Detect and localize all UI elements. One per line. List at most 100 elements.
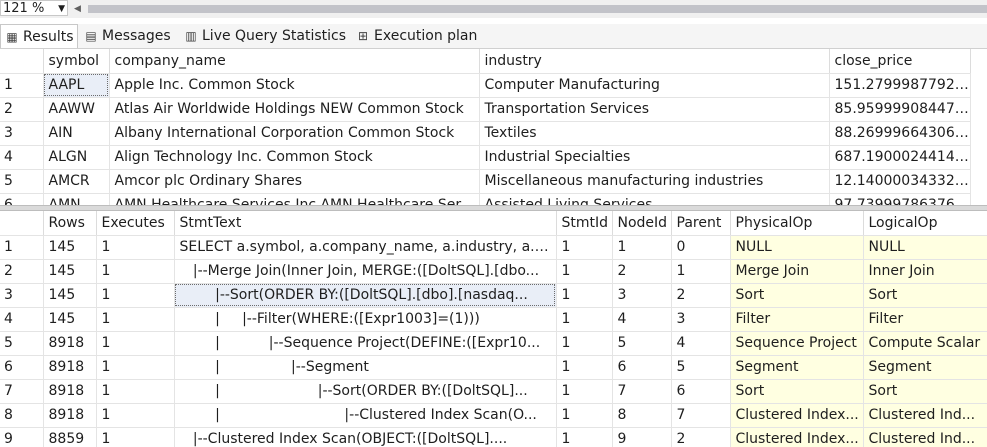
table-row[interactable]: 5 8918 1 | |--Sequence Project(DEFINE:([Ex…: [0, 331, 987, 356]
table-cell[interactable]: 1: [96, 379, 175, 404]
table-cell[interactable]: Clustered Index...: [730, 427, 864, 447]
table-cell[interactable]: AMN Healthcare Services Inc AMN Healthca…: [109, 193, 480, 205]
table-cell[interactable]: Clustered Index...: [730, 403, 864, 428]
table-cell[interactable]: AMN: [43, 193, 110, 205]
table-cell[interactable]: Atlas Air Worldwide Holdings NEW Common …: [109, 97, 480, 122]
row-number[interactable]: 3: [0, 283, 44, 308]
table-row[interactable]: 6 8918 1 | |--Segment 1 6 5 Segment Segment: [0, 355, 987, 380]
table-cell[interactable]: 3: [671, 307, 731, 332]
table-row[interactable]: 2 AAWW Atlas Air Worldwide Holdings NEW Co…: [0, 97, 971, 122]
table-cell[interactable]: 1: [556, 331, 613, 356]
table-cell[interactable]: 1: [96, 259, 175, 284]
horizontal-scrollbar[interactable]: ◀: [72, 2, 987, 16]
table-cell[interactable]: 88.2699966430664: [829, 121, 971, 146]
table-cell[interactable]: 2: [671, 427, 731, 447]
row-number[interactable]: 9: [0, 427, 44, 447]
table-cell[interactable]: Albany International Corporation Common …: [109, 121, 480, 146]
table-cell[interactable]: 1: [96, 331, 175, 356]
table-cell[interactable]: Sort: [730, 379, 864, 404]
table-cell[interactable]: SELECT a.symbol, a.company_name, a.indus…: [174, 235, 557, 260]
chevron-down-icon[interactable]: ▼: [58, 1, 65, 17]
table-cell[interactable]: |--Sort(ORDER BY:([DoltSQL].[dbo].[nasda…: [174, 283, 557, 308]
table-cell[interactable]: 4: [671, 331, 731, 356]
row-number[interactable]: 5: [0, 331, 44, 356]
table-cell[interactable]: 151.279998779297: [829, 73, 971, 98]
table-cell[interactable]: Sort: [863, 379, 987, 404]
table-cell[interactable]: 687.190002441406: [829, 145, 971, 170]
column-header[interactable]: Rows: [43, 211, 97, 236]
table-cell[interactable]: 1: [96, 235, 175, 260]
table-cell[interactable]: Segment: [730, 355, 864, 380]
table-cell[interactable]: 6: [671, 379, 731, 404]
table-cell[interactable]: 145: [43, 235, 97, 260]
table-cell[interactable]: 1: [556, 307, 613, 332]
scrollbar-thumb[interactable]: [88, 5, 987, 13]
table-cell[interactable]: 1: [556, 379, 613, 404]
table-cell[interactable]: Merge Join: [730, 259, 864, 284]
table-cell[interactable]: | |--Sort(ORDER BY:([DoltSQL]...: [174, 379, 557, 404]
table-cell[interactable]: Compute Scalar: [863, 331, 987, 356]
table-cell[interactable]: NULL: [730, 235, 864, 260]
row-number[interactable]: 1: [0, 235, 44, 260]
table-cell[interactable]: 1: [556, 283, 613, 308]
table-cell[interactable]: 8918: [43, 379, 97, 404]
table-cell[interactable]: 8918: [43, 355, 97, 380]
table-cell[interactable]: | |--Sequence Project(DEFINE:([Expr10...: [174, 331, 557, 356]
column-header[interactable]: StmtText: [174, 211, 557, 236]
table-cell[interactable]: Industrial Specialties: [479, 145, 830, 170]
table-cell[interactable]: 1: [96, 307, 175, 332]
row-number[interactable]: 2: [0, 259, 44, 284]
tab-execution-plan[interactable]: ⊞ Execution plan: [352, 24, 482, 48]
table-cell[interactable]: 2: [671, 283, 731, 308]
table-cell[interactable]: 145: [43, 307, 97, 332]
table-cell[interactable]: 1: [556, 403, 613, 428]
column-header[interactable]: industry: [479, 49, 830, 74]
table-cell[interactable]: AIN: [43, 121, 110, 146]
table-cell[interactable]: Inner Join: [863, 259, 987, 284]
table-cell[interactable]: 1: [612, 235, 672, 260]
zoom-select[interactable]: 121 % ▼: [0, 0, 68, 16]
table-cell[interactable]: Filter: [730, 307, 864, 332]
table-cell[interactable]: 1: [671, 259, 731, 284]
table-cell[interactable]: 5: [612, 331, 672, 356]
row-number[interactable]: 8: [0, 403, 44, 428]
scroll-left-icon[interactable]: ◀: [74, 2, 81, 16]
table-cell[interactable]: 1: [556, 259, 613, 284]
table-cell[interactable]: Segment: [863, 355, 987, 380]
table-cell[interactable]: AAPL: [43, 73, 110, 98]
table-row[interactable]: 1 AAPL Apple Inc. Common Stock Computer Man…: [0, 73, 971, 98]
table-cell[interactable]: Clustered Ind...: [863, 427, 987, 447]
table-cell[interactable]: 1: [96, 403, 175, 428]
table-row[interactable]: 4 145 1 | |--Filter(WHERE:([Expr1003]=(1))…: [0, 307, 987, 332]
table-row[interactable]: 4 ALGN Align Technology Inc. Common Stock I…: [0, 145, 971, 170]
table-row[interactable]: 3 AIN Albany International Corporation Com…: [0, 121, 971, 146]
table-cell[interactable]: 145: [43, 259, 97, 284]
table-row[interactable]: 1 145 1 SELECT a.symbol, a.company_name, a.…: [0, 235, 987, 260]
table-cell[interactable]: 12.1400003433228: [829, 169, 971, 194]
table-cell[interactable]: Computer Manufacturing: [479, 73, 830, 98]
table-cell[interactable]: Transportation Services: [479, 97, 830, 122]
table-cell[interactable]: 145: [43, 283, 97, 308]
table-cell[interactable]: 1: [556, 427, 613, 447]
table-cell[interactable]: 85.9599990844727: [829, 97, 971, 122]
table-cell[interactable]: Clustered Ind...: [863, 403, 987, 428]
table-cell[interactable]: Assisted Living Services: [479, 193, 830, 205]
column-header[interactable]: close_price: [829, 49, 971, 74]
table-cell[interactable]: 1: [556, 235, 613, 260]
table-cell[interactable]: Sort: [863, 283, 987, 308]
table-cell[interactable]: 1: [556, 355, 613, 380]
table-cell[interactable]: 3: [612, 283, 672, 308]
row-number[interactable]: 7: [0, 379, 44, 404]
table-cell[interactable]: Amcor plc Ordinary Shares: [109, 169, 480, 194]
column-header[interactable]: NodeId: [612, 211, 672, 236]
table-cell[interactable]: 8918: [43, 403, 97, 428]
table-cell[interactable]: 7: [671, 403, 731, 428]
table-cell[interactable]: ALGN: [43, 145, 110, 170]
row-number[interactable]: 1: [0, 73, 44, 98]
column-header[interactable]: PhysicalOp: [730, 211, 864, 236]
table-row[interactable]: 8 8918 1 | |--Clustered Index Scan(O... 1 8 7…: [0, 403, 987, 428]
table-cell[interactable]: |--Merge Join(Inner Join, MERGE:([DoltSQ…: [174, 259, 557, 284]
table-cell[interactable]: Align Technology Inc. Common Stock: [109, 145, 480, 170]
column-header[interactable]: symbol: [43, 49, 110, 74]
table-cell[interactable]: AAWW: [43, 97, 110, 122]
